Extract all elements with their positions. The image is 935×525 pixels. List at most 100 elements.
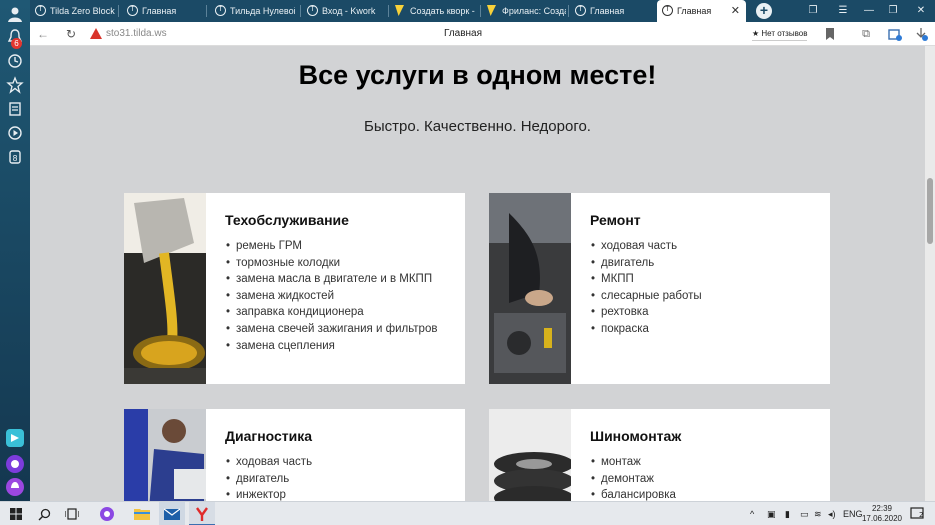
scrollbar-thumb[interactable] (927, 178, 933, 244)
tab-label: Tilda Zero Block (50, 6, 115, 16)
share-icon[interactable]: ⧉ (857, 22, 875, 46)
menu-icon[interactable]: ☰ (832, 0, 854, 22)
profile-icon[interactable] (6, 5, 24, 23)
mechanic-hood-photo (124, 409, 206, 501)
list-item: балансировка (591, 487, 676, 501)
service-list: ходовая часть двигатель МКПП слесарные р… (591, 238, 702, 338)
tab-label: Фриланс: Создан (502, 6, 566, 16)
service-title: Техобслуживание (225, 212, 349, 228)
service-title: Ремонт (590, 212, 641, 228)
tab-separator (118, 5, 119, 17)
tab-label: Создать кворк - (410, 6, 475, 16)
search-icon[interactable] (31, 502, 57, 525)
maximize-icon[interactable]: ❐ (882, 0, 904, 22)
page-scrollbar[interactable] (925, 46, 935, 501)
service-card-repair: Ремонт ходовая часть двигатель МКПП слес… (489, 193, 830, 384)
service-list: ходовая часть двигатель инжектор (226, 454, 312, 501)
tab-glavnaya-2[interactable]: T Главная (570, 0, 655, 22)
list-item: инжектор (226, 487, 312, 501)
tab-label: Вход - Kwork (322, 6, 376, 16)
list-item: рехтовка (591, 304, 702, 321)
tab-strip: T Tilda Zero Block T Главная T Тильда Нулев… (30, 0, 935, 22)
task-view-icon[interactable] (59, 502, 85, 525)
list-item: замена жидкостей (226, 288, 437, 305)
battery-icon[interactable]: ▮ (785, 502, 790, 525)
close-window-icon[interactable]: ✕ (910, 0, 932, 22)
history-clock-icon[interactable] (6, 52, 24, 70)
alice-assistant-icon[interactable] (6, 455, 24, 473)
extensions-icon[interactable] (886, 22, 904, 46)
tab-glavnaya-1[interactable]: T Главная (122, 0, 207, 22)
mail-app-icon[interactable] (159, 502, 185, 525)
list-item: МКПП (591, 271, 702, 288)
tilda-icon: T (35, 5, 46, 16)
service-card-maintenance: Техобслуживание ремень ГРМ тормозные кол… (124, 193, 465, 384)
list-item: двигатель (226, 471, 312, 488)
tab-glavnaya-active[interactable]: T Главная ✕ (657, 0, 746, 22)
tab-separator (300, 5, 301, 17)
alice-taskbar-icon[interactable] (94, 502, 120, 525)
wifi-icon[interactable]: ≋ (814, 502, 822, 525)
zen-icon[interactable]: 8 (6, 148, 24, 166)
tab-separator (388, 5, 389, 17)
tray-expand-icon[interactable]: ^ (750, 502, 754, 525)
kwork-icon (487, 5, 496, 16)
service-list: монтаж демонтаж балансировка (591, 454, 676, 501)
tilda-icon: T (662, 5, 673, 16)
tab-kwork-login[interactable]: T Вход - Kwork (302, 0, 387, 22)
reviews-link[interactable]: ★ Нет отзывов (752, 27, 808, 41)
action-center-icon[interactable]: 2 (910, 502, 926, 525)
volume-icon[interactable]: ◂) (828, 502, 836, 525)
bookmarks-star-icon[interactable] (6, 76, 24, 94)
notification-count: 2 (919, 511, 923, 519)
list-item: покраска (591, 321, 702, 338)
minimize-icon[interactable]: — (858, 0, 880, 22)
video-play-icon[interactable] (6, 124, 24, 142)
kwork-icon (395, 5, 404, 16)
tray-app-icon[interactable]: ▣ (767, 502, 776, 525)
page-viewport: Все услуги в одном месте! Быстро. Качест… (30, 46, 935, 501)
tilda-icon: T (127, 5, 138, 16)
tab-label: Главная (590, 6, 625, 16)
list-item: двигатель (591, 255, 702, 272)
file-explorer-icon[interactable] (129, 502, 155, 525)
bookmark-flag-icon[interactable] (821, 22, 839, 46)
alice-voice-icon[interactable] (6, 478, 24, 496)
notification-badge: 6 (11, 38, 22, 49)
close-tab-icon[interactable]: ✕ (731, 0, 740, 22)
oil-pour-photo (124, 193, 206, 384)
tilda-icon: T (575, 5, 586, 16)
yandex-browser-icon[interactable] (189, 502, 215, 525)
windows-taskbar: ^ ▣ ▮ ▭ ≋ ◂) ENG 22:39 17.06.2020 2 (0, 501, 935, 525)
engine-repair-photo (489, 193, 571, 384)
tilda-icon: T (307, 5, 318, 16)
collections-icon[interactable] (6, 100, 24, 118)
svg-text:8: 8 (12, 154, 17, 163)
tab-separator (480, 5, 481, 17)
windows-start-icon[interactable] (3, 502, 29, 525)
tabs-overview-icon[interactable]: ❐ (802, 0, 824, 22)
clock-time: 22:39 (871, 504, 893, 513)
network-icon[interactable]: ▭ (800, 502, 809, 525)
service-card-tires: Шиномонтаж монтаж демонтаж балансировка (489, 409, 830, 501)
tab-tilda-nulevoy[interactable]: T Тильда Нулевой (210, 0, 295, 22)
tab-create-kwork[interactable]: Создать кворк - (390, 0, 478, 22)
tab-freelance[interactable]: Фриланс: Создан (482, 0, 566, 22)
list-item: тормозные колодки (226, 255, 437, 272)
list-item: слесарные работы (591, 288, 702, 305)
tab-label: Тильда Нулевой (230, 6, 295, 16)
service-title: Диагностика (225, 428, 313, 444)
list-item: ходовая часть (591, 238, 702, 255)
new-tab-button[interactable]: + (756, 3, 772, 19)
system-clock[interactable]: 22:39 17.06.2020 (860, 504, 904, 524)
clock-date: 17.06.2020 (861, 514, 903, 523)
list-item: замена масла в двигателе и в МКПП (226, 271, 437, 288)
messenger-app-icon[interactable] (6, 429, 24, 447)
tab-tilda-zero-block[interactable]: T Tilda Zero Block (30, 0, 115, 22)
service-title: Шиномонтаж (590, 428, 682, 444)
downloads-icon[interactable] (912, 22, 930, 46)
tilda-icon: T (215, 5, 226, 16)
page-subheading: Быстро. Качественно. Недорого. (364, 118, 591, 135)
tab-separator (568, 5, 569, 17)
browser-sidebar: 6 8 (0, 0, 30, 501)
